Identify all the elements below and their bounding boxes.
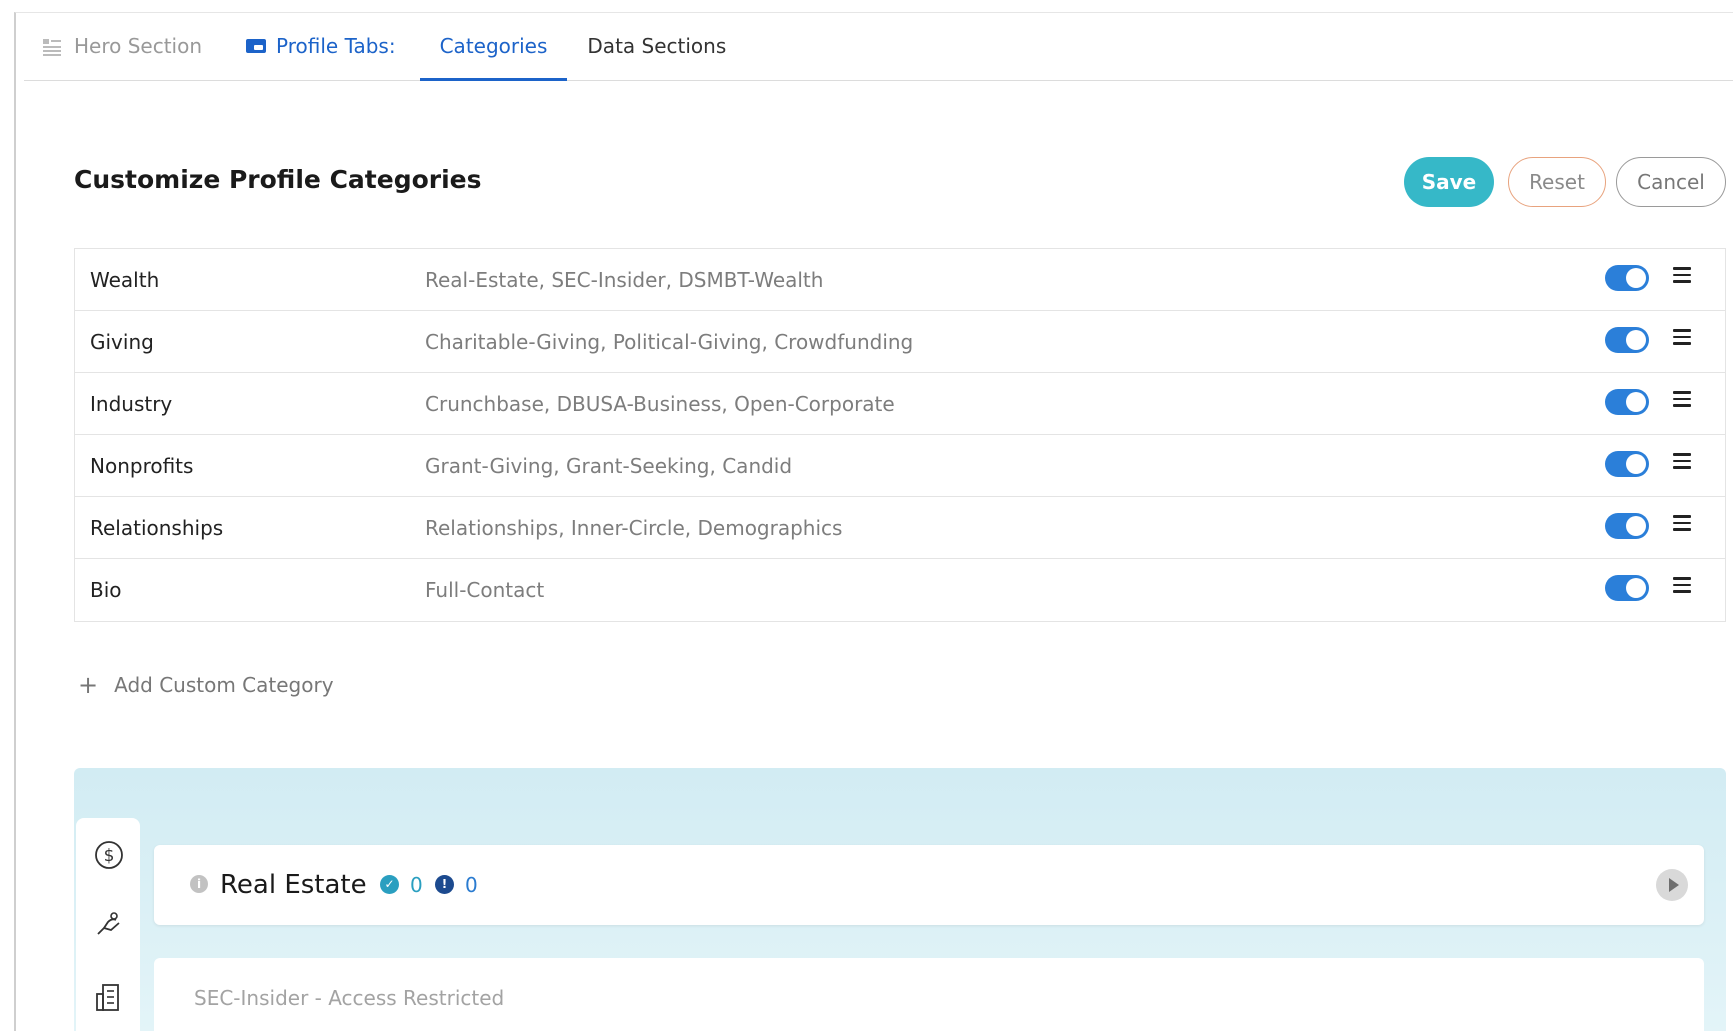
tab-profile-tabs[interactable]: Profile Tabs:: [222, 12, 416, 80]
card-title: Real Estate: [220, 870, 367, 900]
category-sources: Full-Contact: [425, 578, 545, 602]
category-sources: Relationships, Inner-Circle, Demographic…: [425, 515, 843, 540]
restricted-text: SEC-Insider - Access Restricted: [194, 986, 505, 1010]
drag-handle-icon[interactable]: [1673, 329, 1691, 345]
category-name: Giving: [90, 329, 154, 354]
category-toggle[interactable]: [1605, 389, 1649, 415]
table-row: Relationships Relationships, Inner-Circl…: [75, 497, 1725, 559]
category-toggle[interactable]: [1605, 265, 1649, 291]
drag-handle-icon[interactable]: [1673, 577, 1691, 593]
category-name: Wealth: [90, 267, 160, 292]
check-circle-icon: ✓: [380, 875, 399, 894]
expand-play-icon[interactable]: [1656, 869, 1688, 901]
drag-handle-icon[interactable]: [1673, 267, 1691, 283]
alert-circle-icon: !: [435, 875, 454, 894]
table-row: Giving Charitable-Giving, Political-Givi…: [75, 311, 1725, 373]
plus-icon: +: [78, 671, 99, 699]
table-row: Nonprofits Grant-Giving, Grant-Seeking, …: [75, 435, 1725, 497]
category-sources: Crunchbase, DBUSA-Business, Open-Corpora…: [425, 391, 895, 416]
categories-table: Wealth Real-Estate, SEC-Insider, DSMBT-W…: [74, 248, 1726, 622]
tab-hero-label: Hero Section: [74, 34, 203, 58]
drag-handle-icon[interactable]: [1673, 515, 1691, 531]
category-toggle[interactable]: [1605, 327, 1649, 353]
cancel-button[interactable]: Cancel: [1616, 157, 1726, 207]
giving-hand-icon[interactable]: [94, 910, 124, 940]
alert-count: 0: [465, 873, 478, 897]
tab-categories[interactable]: Categories: [419, 12, 568, 81]
category-sources: Grant-Giving, Grant-Seeking, Candid: [425, 453, 793, 478]
tab-bar: Hero Section Profile Tabs: Categories Da…: [24, 13, 1733, 81]
reset-button[interactable]: Reset: [1508, 157, 1606, 207]
add-custom-category-button[interactable]: + Add Custom Category: [78, 671, 334, 699]
drag-handle-icon[interactable]: [1673, 391, 1691, 407]
building-icon[interactable]: [94, 982, 124, 1012]
category-name: Industry: [90, 391, 173, 416]
list-icon: [42, 37, 62, 56]
save-button[interactable]: Save: [1404, 157, 1494, 207]
category-sources: Charitable-Giving, Political-Giving, Cro…: [425, 329, 914, 354]
category-toggle[interactable]: [1605, 513, 1649, 539]
page-title: Customize Profile Categories: [74, 165, 482, 194]
preview-sidebar: $: [76, 818, 140, 1031]
category-toggle[interactable]: [1605, 575, 1649, 601]
category-toggle[interactable]: [1605, 451, 1649, 477]
add-custom-category-label: Add Custom Category: [114, 673, 334, 697]
real-estate-card[interactable]: i Real Estate ✓ 0 ! 0: [154, 845, 1704, 925]
table-row: Wealth Real-Estate, SEC-Insider, DSMBT-W…: [75, 249, 1725, 311]
category-name: Nonprofits: [90, 453, 194, 478]
app-frame: Hero Section Profile Tabs: Categories Da…: [14, 12, 1733, 1031]
verified-count: 0: [410, 873, 423, 897]
restricted-card: SEC-Insider - Access Restricted: [154, 958, 1704, 1031]
window-icon: [246, 39, 267, 53]
profile-preview: $ i Real Estate ✓ 0 ! 0 SEC-Insider - Ac…: [74, 768, 1726, 1031]
tab-data-sections[interactable]: Data Sections: [567, 12, 746, 80]
tab-profile-label: Profile Tabs:: [276, 34, 396, 58]
table-row: Industry Crunchbase, DBUSA-Business, Ope…: [75, 373, 1725, 435]
dollar-icon[interactable]: $: [94, 840, 124, 870]
category-sources: Real-Estate, SEC-Insider, DSMBT-Wealth: [425, 267, 824, 292]
info-icon[interactable]: i: [190, 875, 208, 893]
category-name: Relationships: [90, 515, 224, 540]
category-name: Bio: [90, 578, 122, 602]
table-row: Bio Full-Contact: [75, 559, 1725, 621]
drag-handle-icon[interactable]: [1673, 453, 1691, 469]
svg-text:$: $: [104, 846, 115, 866]
tab-hero-section[interactable]: Hero Section: [24, 12, 222, 80]
